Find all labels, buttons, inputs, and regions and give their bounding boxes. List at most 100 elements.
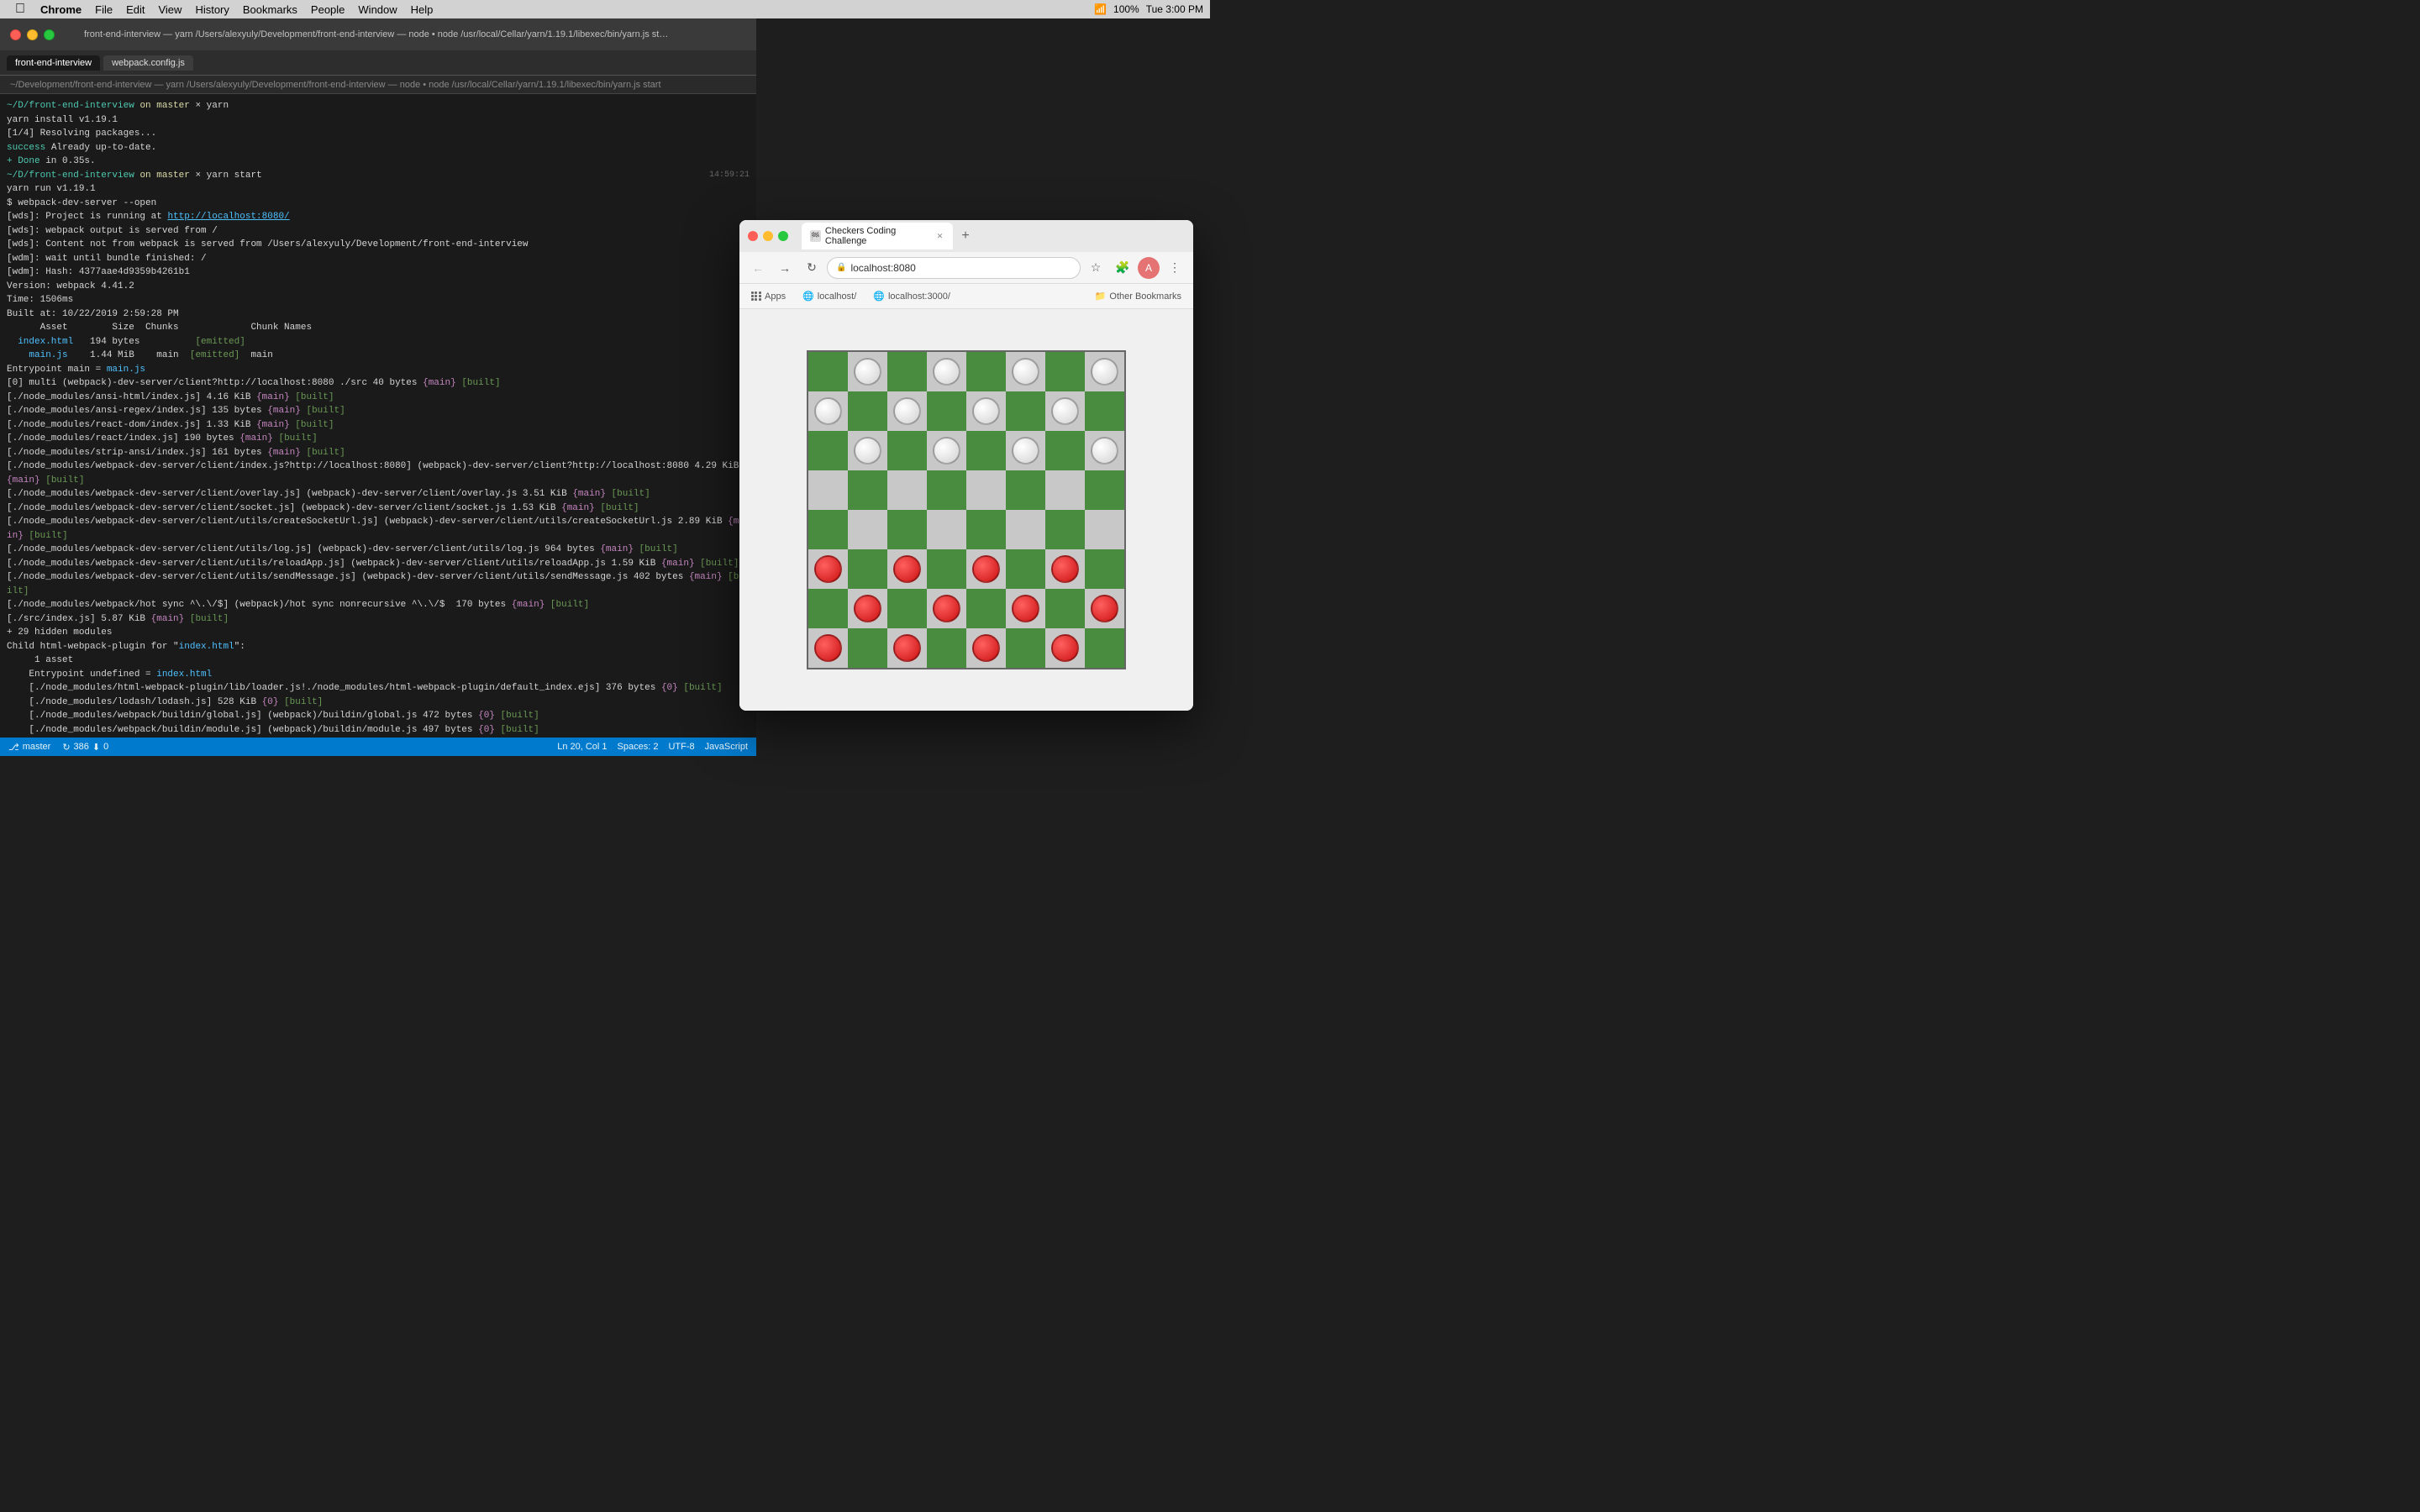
board-cell-6-4[interactable] [966, 589, 1006, 628]
board-cell-5-0[interactable] [808, 549, 848, 589]
view-menu[interactable]: View [151, 0, 188, 18]
chrome-menu[interactable]: Chrome [34, 0, 88, 18]
board-cell-1-2[interactable] [887, 391, 927, 431]
red-piece[interactable] [1091, 595, 1118, 622]
board-cell-5-3[interactable] [927, 549, 966, 589]
apple-menu[interactable]:  [7, 0, 34, 18]
white-piece[interactable] [814, 397, 842, 425]
bookmarks-menu[interactable]: Bookmarks [236, 0, 304, 18]
board-cell-0-1[interactable] [848, 352, 887, 391]
board-cell-0-3[interactable] [927, 352, 966, 391]
red-piece[interactable] [1012, 595, 1039, 622]
board-cell-2-6[interactable] [1045, 431, 1085, 470]
red-piece[interactable] [893, 555, 921, 583]
board-cell-1-6[interactable] [1045, 391, 1085, 431]
board-cell-5-2[interactable] [887, 549, 927, 589]
red-piece[interactable] [814, 634, 842, 662]
board-cell-2-3[interactable] [927, 431, 966, 470]
browser-maximize-button[interactable] [778, 231, 788, 241]
file-menu[interactable]: File [88, 0, 119, 18]
white-piece[interactable] [854, 358, 881, 386]
red-piece[interactable] [893, 634, 921, 662]
other-bookmarks[interactable]: 📁 Other Bookmarks [1090, 289, 1186, 303]
white-piece[interactable] [933, 437, 960, 465]
board-cell-7-1[interactable] [848, 628, 887, 668]
board-cell-3-1[interactable] [848, 470, 887, 510]
browser-active-tab[interactable]: 🏁 Checkers Coding Challenge ✕ [802, 223, 953, 249]
bookmark-star[interactable]: ☆ [1084, 256, 1107, 280]
board-cell-7-4[interactable] [966, 628, 1006, 668]
red-piece[interactable] [1051, 555, 1079, 583]
white-piece[interactable] [1051, 397, 1079, 425]
board-cell-5-6[interactable] [1045, 549, 1085, 589]
close-button[interactable] [10, 29, 21, 40]
board-cell-3-7[interactable] [1085, 470, 1124, 510]
board-cell-1-7[interactable] [1085, 391, 1124, 431]
board-cell-2-7[interactable] [1085, 431, 1124, 470]
board-cell-3-6[interactable] [1045, 470, 1085, 510]
board-cell-6-2[interactable] [887, 589, 927, 628]
git-branch[interactable]: ⎇ master [8, 742, 50, 753]
red-piece[interactable] [854, 595, 881, 622]
board-cell-6-6[interactable] [1045, 589, 1085, 628]
browser-minimize-button[interactable] [763, 231, 773, 241]
tab-close-button[interactable]: ✕ [935, 231, 944, 241]
terminal-tab-1[interactable]: webpack.config.js [103, 55, 193, 71]
back-button[interactable]: ← [746, 256, 770, 280]
help-menu[interactable]: Help [404, 0, 440, 18]
board-cell-1-5[interactable] [1006, 391, 1045, 431]
white-piece[interactable] [972, 397, 1000, 425]
board-cell-4-1[interactable] [848, 510, 887, 549]
terminal-tab-0[interactable]: front-end-interview [7, 55, 100, 71]
localhost3000-bookmark[interactable]: 🌐 localhost:3000/ [868, 289, 955, 303]
board-cell-7-3[interactable] [927, 628, 966, 668]
new-tab-button[interactable]: + [956, 227, 975, 245]
extension-icon[interactable]: 🧩 [1111, 256, 1134, 280]
board-cell-6-0[interactable] [808, 589, 848, 628]
profile-button[interactable]: A [1138, 257, 1160, 279]
board-cell-7-5[interactable] [1006, 628, 1045, 668]
red-piece[interactable] [814, 555, 842, 583]
white-piece[interactable] [854, 437, 881, 465]
board-cell-2-4[interactable] [966, 431, 1006, 470]
refresh-button[interactable]: ↻ [800, 256, 823, 280]
board-cell-7-6[interactable] [1045, 628, 1085, 668]
board-cell-7-2[interactable] [887, 628, 927, 668]
board-cell-4-5[interactable] [1006, 510, 1045, 549]
board-cell-0-4[interactable] [966, 352, 1006, 391]
board-cell-2-5[interactable] [1006, 431, 1045, 470]
white-piece[interactable] [1091, 358, 1118, 386]
browser-close-button[interactable] [748, 231, 758, 241]
board-cell-1-4[interactable] [966, 391, 1006, 431]
window-menu[interactable]: Window [351, 0, 403, 18]
board-cell-4-7[interactable] [1085, 510, 1124, 549]
board-cell-4-2[interactable] [887, 510, 927, 549]
red-piece[interactable] [933, 595, 960, 622]
board-cell-1-1[interactable] [848, 391, 887, 431]
board-cell-6-3[interactable] [927, 589, 966, 628]
board-cell-4-0[interactable] [808, 510, 848, 549]
white-piece[interactable] [933, 358, 960, 386]
board-cell-0-5[interactable] [1006, 352, 1045, 391]
board-cell-6-1[interactable] [848, 589, 887, 628]
board-cell-5-5[interactable] [1006, 549, 1045, 589]
board-cell-4-6[interactable] [1045, 510, 1085, 549]
board-cell-1-3[interactable] [927, 391, 966, 431]
white-piece[interactable] [893, 397, 921, 425]
edit-menu[interactable]: Edit [119, 0, 151, 18]
address-bar[interactable]: 🔒 localhost:8080 [827, 257, 1081, 279]
history-menu[interactable]: History [188, 0, 235, 18]
menu-button[interactable]: ⋮ [1163, 256, 1186, 280]
people-menu[interactable]: People [304, 0, 351, 18]
red-piece[interactable] [1051, 634, 1079, 662]
board-cell-0-0[interactable] [808, 352, 848, 391]
white-piece[interactable] [1012, 437, 1039, 465]
red-piece[interactable] [972, 555, 1000, 583]
board-cell-6-5[interactable] [1006, 589, 1045, 628]
red-piece[interactable] [972, 634, 1000, 662]
wifi-icon[interactable]: 📶 [1094, 3, 1107, 15]
board-cell-3-3[interactable] [927, 470, 966, 510]
board-cell-7-0[interactable] [808, 628, 848, 668]
apps-bookmark[interactable]: Apps [746, 290, 791, 303]
board-cell-0-2[interactable] [887, 352, 927, 391]
